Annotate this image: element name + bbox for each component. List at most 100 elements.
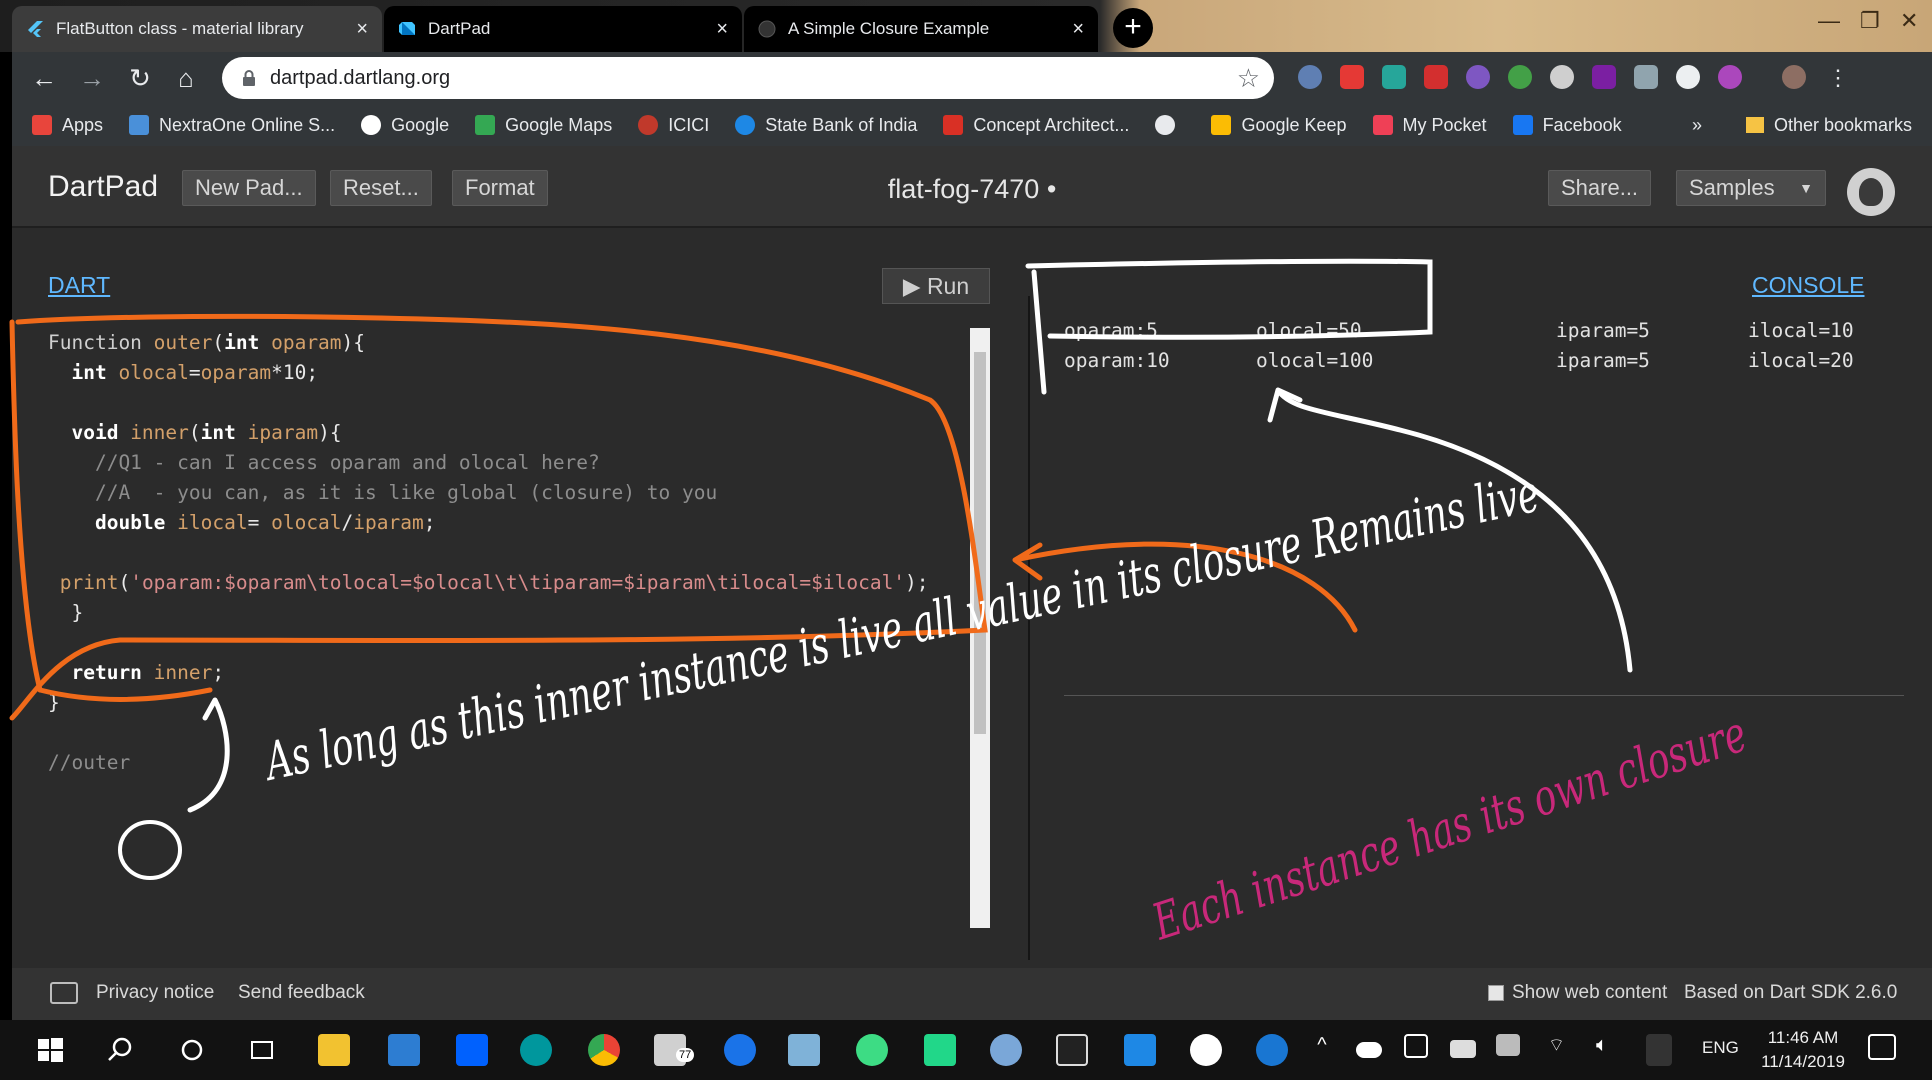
wifi-icon[interactable]: ⌔ <box>1548 1034 1574 1066</box>
github-icon[interactable] <box>1847 168 1895 216</box>
bookmark-concept-architect[interactable]: Concept Architect... <box>943 115 1129 136</box>
search-icon[interactable] <box>104 1034 136 1066</box>
minimize-icon[interactable]: — <box>1818 8 1840 34</box>
onedrive-icon[interactable] <box>1356 1042 1382 1058</box>
file-explorer-icon[interactable] <box>318 1034 350 1066</box>
show-hidden-icons-icon[interactable]: ^ <box>1310 1034 1334 1066</box>
console-cell: iparam=5 <box>1556 349 1650 372</box>
code-token: void <box>71 421 119 444</box>
code-token: *10; <box>271 361 319 384</box>
home-icon[interactable]: ⌂ <box>168 60 204 96</box>
code-editor[interactable]: Function outer(int oparam){ int olocal=o… <box>48 328 978 778</box>
bookmark-star-icon[interactable]: ☆ <box>1237 63 1260 94</box>
android-studio-icon[interactable] <box>856 1034 888 1066</box>
dropbox-icon[interactable] <box>456 1034 488 1066</box>
bookmark-label: My Pocket <box>1402 114 1487 135</box>
tab-flatbutton[interactable]: FlatButton class - material library × <box>12 6 382 52</box>
console-tab[interactable]: CONSOLE <box>1752 272 1864 299</box>
bookmark-my-pocket[interactable]: My Pocket <box>1372 114 1487 136</box>
bookmarks-overflow[interactable]: » <box>1692 115 1702 136</box>
panel-divider[interactable] <box>1028 296 1030 960</box>
dropbox-tray-icon[interactable] <box>1496 1034 1520 1056</box>
tray-icon[interactable] <box>1404 1034 1428 1058</box>
clock-date: 11/14/2019 <box>1761 1052 1845 1071</box>
bookmark-label: Google Maps <box>505 114 613 135</box>
code-token: oparam <box>259 331 342 354</box>
send-feedback-link[interactable]: Send feedback <box>238 982 365 1004</box>
back-icon[interactable]: ← <box>26 60 62 96</box>
keyboard-icon[interactable] <box>50 982 78 1004</box>
bookmark-facebook[interactable]: Facebook <box>1512 114 1622 136</box>
gmail-extension-icon[interactable] <box>1424 65 1448 89</box>
notepad-icon[interactable] <box>788 1034 820 1066</box>
console-cell: iparam=5 <box>1556 319 1650 342</box>
restore-icon[interactable]: ❐ <box>1860 8 1880 34</box>
tab-title: FlatButton class - material library <box>56 19 304 38</box>
close-tab-icon[interactable]: × <box>1072 18 1084 41</box>
pen-icon[interactable] <box>1646 1034 1672 1066</box>
console-cell: oparam:5 <box>1064 319 1158 342</box>
new-tab-button[interactable]: + <box>1113 8 1153 48</box>
close-tab-icon[interactable]: × <box>716 18 728 41</box>
app-icon[interactable] <box>1190 1034 1222 1066</box>
run-button[interactable]: ▶ Run <box>882 268 990 304</box>
bookmark-nextraone[interactable]: NextraOne Online S... <box>129 115 335 136</box>
system-clock[interactable]: 11:46 AM 11/14/2019 <box>1748 1026 1858 1074</box>
reload-icon[interactable]: ↻ <box>122 60 158 96</box>
cortana-icon[interactable] <box>176 1034 208 1066</box>
extension-icon[interactable] <box>1676 65 1700 89</box>
store-icon[interactable] <box>388 1034 420 1066</box>
bookmark-globe[interactable] <box>1155 115 1185 135</box>
help-icon[interactable] <box>1256 1034 1288 1066</box>
code-token: return <box>71 661 142 684</box>
extension-icon[interactable] <box>1718 65 1742 89</box>
bookmark-google[interactable]: Google <box>361 115 449 136</box>
extension-icon[interactable] <box>1340 65 1364 89</box>
bookmark-apps[interactable]: Apps <box>32 115 103 136</box>
code-token: iparam <box>353 511 424 534</box>
bookmark-label: Facebook <box>1542 114 1622 135</box>
extension-icon[interactable] <box>1550 65 1574 89</box>
task-view-icon[interactable] <box>246 1034 278 1066</box>
bookmark-icici[interactable]: ICICI <box>638 115 709 136</box>
dart-icon <box>399 22 415 35</box>
profile-avatar[interactable] <box>1782 65 1806 89</box>
bookmark-google-keep[interactable]: Google Keep <box>1211 115 1347 136</box>
share-button[interactable]: Share... <box>1548 170 1652 206</box>
evernote-extension-icon[interactable] <box>1508 65 1532 89</box>
arduino-icon[interactable] <box>520 1034 552 1066</box>
address-bar[interactable]: dartpad.dartlang.org ☆ <box>222 57 1274 99</box>
bookmark-google-maps[interactable]: Google Maps <box>475 115 612 136</box>
action-center-icon[interactable] <box>1868 1034 1896 1060</box>
checkbox[interactable] <box>1488 985 1504 1001</box>
input-language[interactable]: ENG <box>1702 1038 1739 1058</box>
other-bookmarks[interactable]: Other bookmarks <box>1745 104 1912 146</box>
samples-dropdown[interactable]: Samples ▼ <box>1676 170 1826 206</box>
terminal-icon[interactable] <box>1056 1034 1088 1066</box>
onenote-extension-icon[interactable] <box>1592 65 1616 89</box>
close-tab-icon[interactable]: × <box>356 18 368 41</box>
vscode-icon[interactable] <box>1124 1034 1156 1066</box>
react-extension-icon[interactable] <box>1466 65 1490 89</box>
chrome-icon[interactable] <box>588 1034 620 1066</box>
forward-icon[interactable]: → <box>74 60 110 96</box>
mail-icon[interactable]: 77 <box>654 1034 695 1066</box>
bookmark-sbi[interactable]: State Bank of India <box>735 115 917 136</box>
edge-icon[interactable] <box>724 1034 756 1066</box>
tab-dartpad[interactable]: DartPad × <box>384 6 742 52</box>
tab-closure-example[interactable]: A Simple Closure Example × <box>744 6 1098 52</box>
dropbox-extension-icon[interactable] <box>1634 65 1658 89</box>
dart-tab[interactable]: DART <box>48 272 110 299</box>
intellij-icon[interactable] <box>924 1034 956 1066</box>
privacy-notice-link[interactable]: Privacy notice <box>96 982 214 1004</box>
extension-icon[interactable] <box>1298 65 1322 89</box>
windows-start-icon[interactable] <box>34 1034 66 1066</box>
close-window-icon[interactable]: ✕ <box>1900 8 1918 34</box>
volume-icon[interactable]: 🔈︎ <box>1596 1034 1622 1066</box>
paint-icon[interactable] <box>990 1034 1022 1066</box>
show-web-content-toggle[interactable]: Show web content <box>1488 982 1667 1004</box>
extension-icon[interactable] <box>1382 65 1406 89</box>
battery-icon[interactable] <box>1450 1040 1476 1058</box>
menu-icon[interactable]: ⋮ <box>1820 60 1856 96</box>
scrollbar-thumb[interactable] <box>974 352 986 734</box>
